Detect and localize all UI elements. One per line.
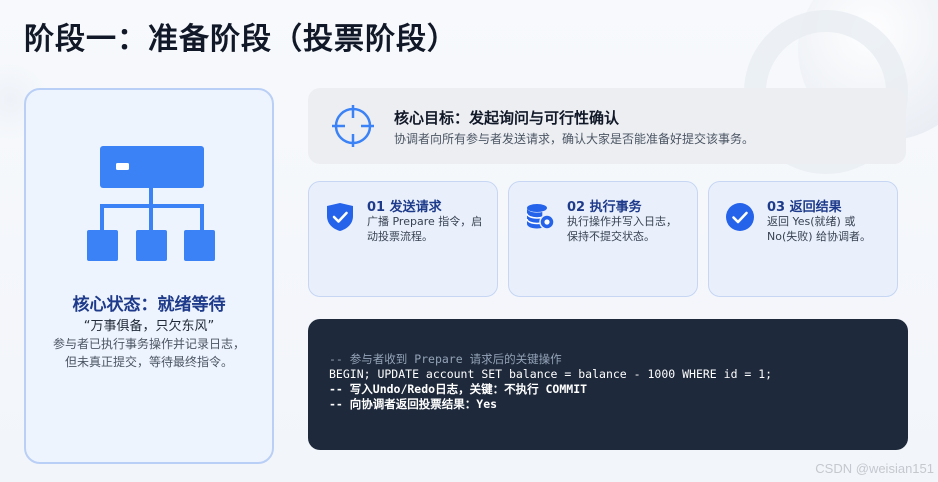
- step-title: 03 返回结果: [767, 200, 842, 215]
- step-card-return-result: 03 返回结果 返回 Yes(就绪) 或 No(失败) 给协调者。: [708, 181, 898, 297]
- step-card-execute-transaction: 02 执行事务 执行操作并写入日志，保持不提交状态。: [508, 181, 698, 297]
- goal-description: 协调者向所有参与者发送请求，确认大家是否能准备好提交该事务。: [394, 132, 755, 146]
- state-quote: “万事俱备，只欠东风”: [83, 319, 215, 334]
- step-description: 执行操作并写入日志，保持不提交状态。: [567, 215, 677, 243]
- check-circle-icon: [726, 203, 754, 231]
- code-line: BEGIN; UPDATE account SET balance = bala…: [329, 367, 773, 381]
- state-description: 参与者已执行事务操作并记录日志，但未真正提交，等待最终指令。: [52, 337, 245, 369]
- state-title: 核心状态：就绪等待: [72, 295, 226, 315]
- step-title: 01 发送请求: [367, 200, 442, 215]
- watermark: CSDN @weisian151: [815, 461, 934, 476]
- check-badge-icon: [327, 203, 353, 231]
- step-description: 广播 Prepare 指令，启动投票流程。: [367, 215, 483, 243]
- page-title: 阶段一：准备阶段（投票阶段）: [24, 22, 458, 57]
- step-description: 返回 Yes(就绪) 或 No(失败) 给协调者。: [767, 215, 872, 243]
- database-gear-icon: [526, 204, 555, 230]
- hierarchy-icon: [87, 146, 215, 261]
- step-title: 02 执行事务: [567, 200, 642, 215]
- goal-title: 核心目标：发起询问与可行性确认: [394, 109, 620, 127]
- goal-banner: 核心目标：发起询问与可行性确认 协调者向所有参与者发送请求，确认大家是否能准备好…: [308, 88, 906, 164]
- code-line: -- 向协调者返回投票结果：Yes: [329, 397, 498, 411]
- step-card-send-request: 01 发送请求 广播 Prepare 指令，启动投票流程。: [308, 181, 498, 297]
- state-card: 核心状态：就绪等待 “万事俱备，只欠东风” 参与者已执行事务操作并记录日志，但未…: [24, 88, 274, 464]
- target-icon: [332, 105, 374, 147]
- code-line: -- 写入Undo/Redo日志，关键：不执行 COMMIT: [329, 382, 588, 396]
- code-line: -- 参与者收到 Prepare 请求后的关键操作: [329, 352, 562, 366]
- code-block: -- 参与者收到 Prepare 请求后的关键操作 BEGIN; UPDATE …: [308, 319, 908, 450]
